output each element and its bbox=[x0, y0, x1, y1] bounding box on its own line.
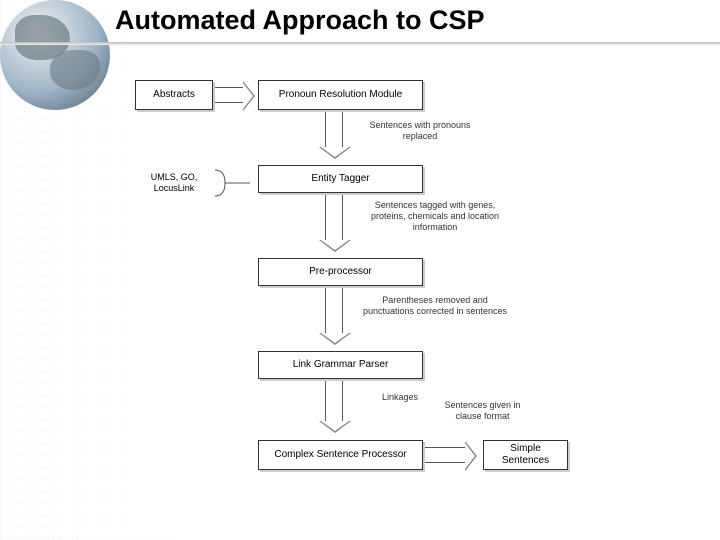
arrow-abstracts-pronoun bbox=[215, 87, 243, 103]
arrow-csp-simple bbox=[425, 447, 465, 463]
label-to-simple: Sentences given in clause format bbox=[435, 400, 530, 422]
label-after-entity: Sentences tagged with genes, proteins, c… bbox=[360, 200, 510, 232]
flowchart: Abstracts Pronoun Resolution Module Sent… bbox=[0, 70, 720, 540]
box-entity-tagger: Entity Tagger bbox=[258, 165, 423, 193]
box-preprocessor: Pre-processor bbox=[258, 258, 423, 286]
label-after-parser: Linkages bbox=[360, 392, 440, 403]
box-abstracts: Abstracts bbox=[135, 80, 213, 110]
label-after-preproc: Parentheses removed and punctuations cor… bbox=[360, 295, 510, 317]
box-simple: Simple Sentences bbox=[483, 440, 568, 470]
arrow-preproc-parser bbox=[325, 288, 343, 333]
box-pronoun-module: Pronoun Resolution Module bbox=[258, 80, 423, 110]
label-after-pronoun: Sentences with pronouns replaced bbox=[360, 120, 480, 142]
brace-icon bbox=[210, 165, 255, 201]
title-divider bbox=[0, 42, 720, 45]
box-sources: UMLS, GO, LocusLink bbox=[135, 168, 213, 198]
box-csp: Complex Sentence Processor bbox=[258, 440, 423, 470]
page-title: Automated Approach to CSP bbox=[115, 5, 485, 36]
arrow-parser-csp bbox=[325, 381, 343, 421]
box-parser: Link Grammar Parser bbox=[258, 351, 423, 379]
arrow-entity-preproc bbox=[325, 195, 343, 240]
arrow-pronoun-entity bbox=[325, 112, 343, 147]
